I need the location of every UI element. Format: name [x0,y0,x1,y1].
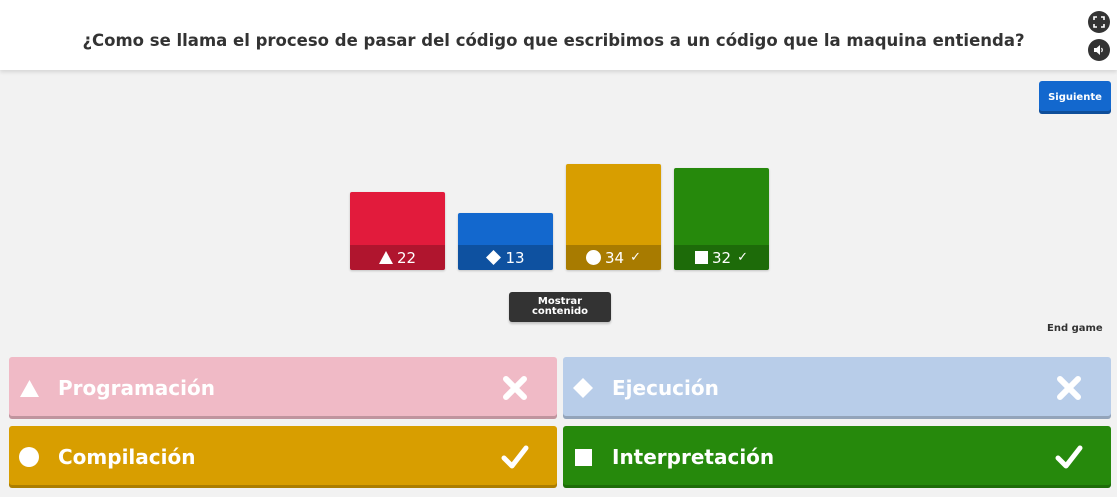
result-count: 13 [505,248,525,267]
answer-diamond[interactable]: Ejecución [563,357,1111,419]
result-bar-triangle: 22 [350,192,445,270]
answer-triangle[interactable]: Programación [9,357,557,419]
circle-icon [19,447,39,467]
question-text: ¿Como se llama el proceso de pasar del c… [82,30,1025,50]
answer-label: Ejecución [612,376,719,400]
triangle-icon [378,251,393,264]
answer-label: Compilación [58,445,196,469]
result-count: 34 [605,248,625,267]
answer-square[interactable]: Interpretación [563,426,1111,488]
fullscreen-icon [1093,16,1105,28]
diamond-icon [573,378,593,398]
answer-label: Interpretación [612,445,775,469]
diamond-icon [486,250,502,265]
correct-check-icon [501,445,529,469]
triangle-icon [19,379,39,397]
square-icon [574,448,592,466]
correct-check-icon [1055,445,1083,469]
answer-circle[interactable]: Compilación [9,426,557,488]
fullscreen-button[interactable] [1088,11,1110,33]
sound-icon [1094,45,1103,55]
result-bar-diamond: 13 [458,213,553,270]
answer-label: Programación [58,376,215,400]
result-bar-circle: 34 ✓ [566,164,661,270]
correct-check-icon: ✓ [630,250,641,265]
circle-icon [586,250,601,265]
correct-check-icon: ✓ [737,250,748,265]
end-game-link[interactable]: End game [1047,323,1103,334]
sound-button[interactable] [1088,39,1110,61]
result-count: 22 [396,248,417,267]
show-content-button[interactable]: Mostrar contenido [509,292,611,322]
result-count: 32 [712,248,732,267]
incorrect-x-icon [503,376,527,400]
result-bar-square: 32 ✓ [674,168,769,270]
square-icon [695,251,708,264]
next-button[interactable]: Siguiente [1039,81,1111,114]
incorrect-x-icon [1057,376,1081,400]
